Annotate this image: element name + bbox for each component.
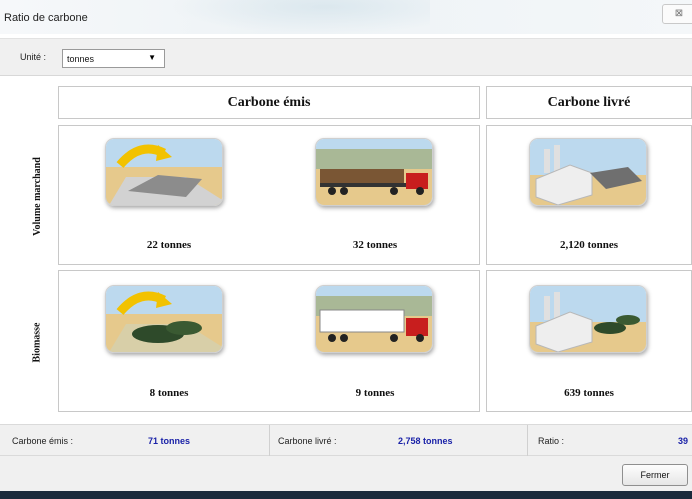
unit-select[interactable]: tonnes ▼ <box>62 49 165 68</box>
summary-delivered-value: 2,758 tonnes <box>398 436 453 446</box>
cell-merchantable-emitted: 22 tonnes 32 tonnes <box>58 125 480 265</box>
unit-label: Unité : <box>20 52 47 62</box>
mill-icon <box>529 138 647 206</box>
amount-biomass-harvest: 8 tonnes <box>149 387 189 399</box>
row-label-biomass: Biomasse <box>22 272 52 412</box>
column-header-delivered: Carbone livré <box>486 86 692 119</box>
row-label-merchantable-text: Volume marchand <box>31 156 43 236</box>
amount-biomass-delivered: 639 tonnes <box>564 387 614 399</box>
cell-biomass-delivered: 639 tonnes <box>486 270 692 412</box>
title-bar-decoration <box>170 0 430 34</box>
summary-ratio-value: 39 <box>678 436 689 446</box>
harvest-biomass-icon <box>105 285 223 353</box>
biomass-truck-icon <box>315 285 433 353</box>
title-bar: Ratio de carbone ⊠ <box>0 0 692 34</box>
summary-delivered: Carbone livré : 2,758 tonnes <box>270 425 528 457</box>
summary-delivered-label: Carbone livré : <box>278 436 337 446</box>
window-title: Ratio de carbone <box>4 12 88 24</box>
summary-ratio: Ratio : 39 <box>528 425 692 457</box>
summary-emitted: Carbone émis : 71 tonnes <box>0 425 270 457</box>
column-header-emitted: Carbone émis <box>58 86 480 119</box>
carbon-ratio-window: Ratio de carbone ⊠ Unité : tonnes ▼ Carb… <box>0 0 692 499</box>
harvest-logs-icon <box>105 138 223 206</box>
log-truck-icon <box>315 138 433 206</box>
amount-merchantable-harvest: 22 tonnes <box>146 239 192 251</box>
cell-biomass-emitted: 8 tonnes 9 tonnes <box>58 270 480 412</box>
summary-bar: Carbone émis : 71 tonnes Carbone livré :… <box>0 424 692 457</box>
taskbar-strip <box>0 491 692 499</box>
amount-merchantable-transport: 32 tonnes <box>352 239 398 251</box>
chevron-down-icon: ▼ <box>148 53 156 62</box>
summary-ratio-label: Ratio : <box>538 436 565 446</box>
amount-biomass-transport: 9 tonnes <box>355 387 395 399</box>
toolbar: Unité : tonnes ▼ <box>0 38 692 76</box>
close-button[interactable]: Fermer <box>622 464 688 486</box>
unit-select-value: tonnes <box>67 54 95 64</box>
close-icon[interactable]: ⊠ <box>662 4 692 24</box>
row-label-merchantable: Volume marchand <box>22 128 52 264</box>
row-label-biomass-text: Biomasse <box>31 322 43 362</box>
summary-emitted-label: Carbone émis : <box>12 436 74 446</box>
biomass-plant-icon <box>529 285 647 353</box>
amount-merchantable-delivered: 2,120 tonnes <box>559 239 619 251</box>
summary-emitted-value: 71 tonnes <box>148 436 191 446</box>
cell-merchantable-delivered: 2,120 tonnes <box>486 125 692 265</box>
carbon-grid: Carbone émis Carbone livré Volume marcha… <box>0 76 692 424</box>
